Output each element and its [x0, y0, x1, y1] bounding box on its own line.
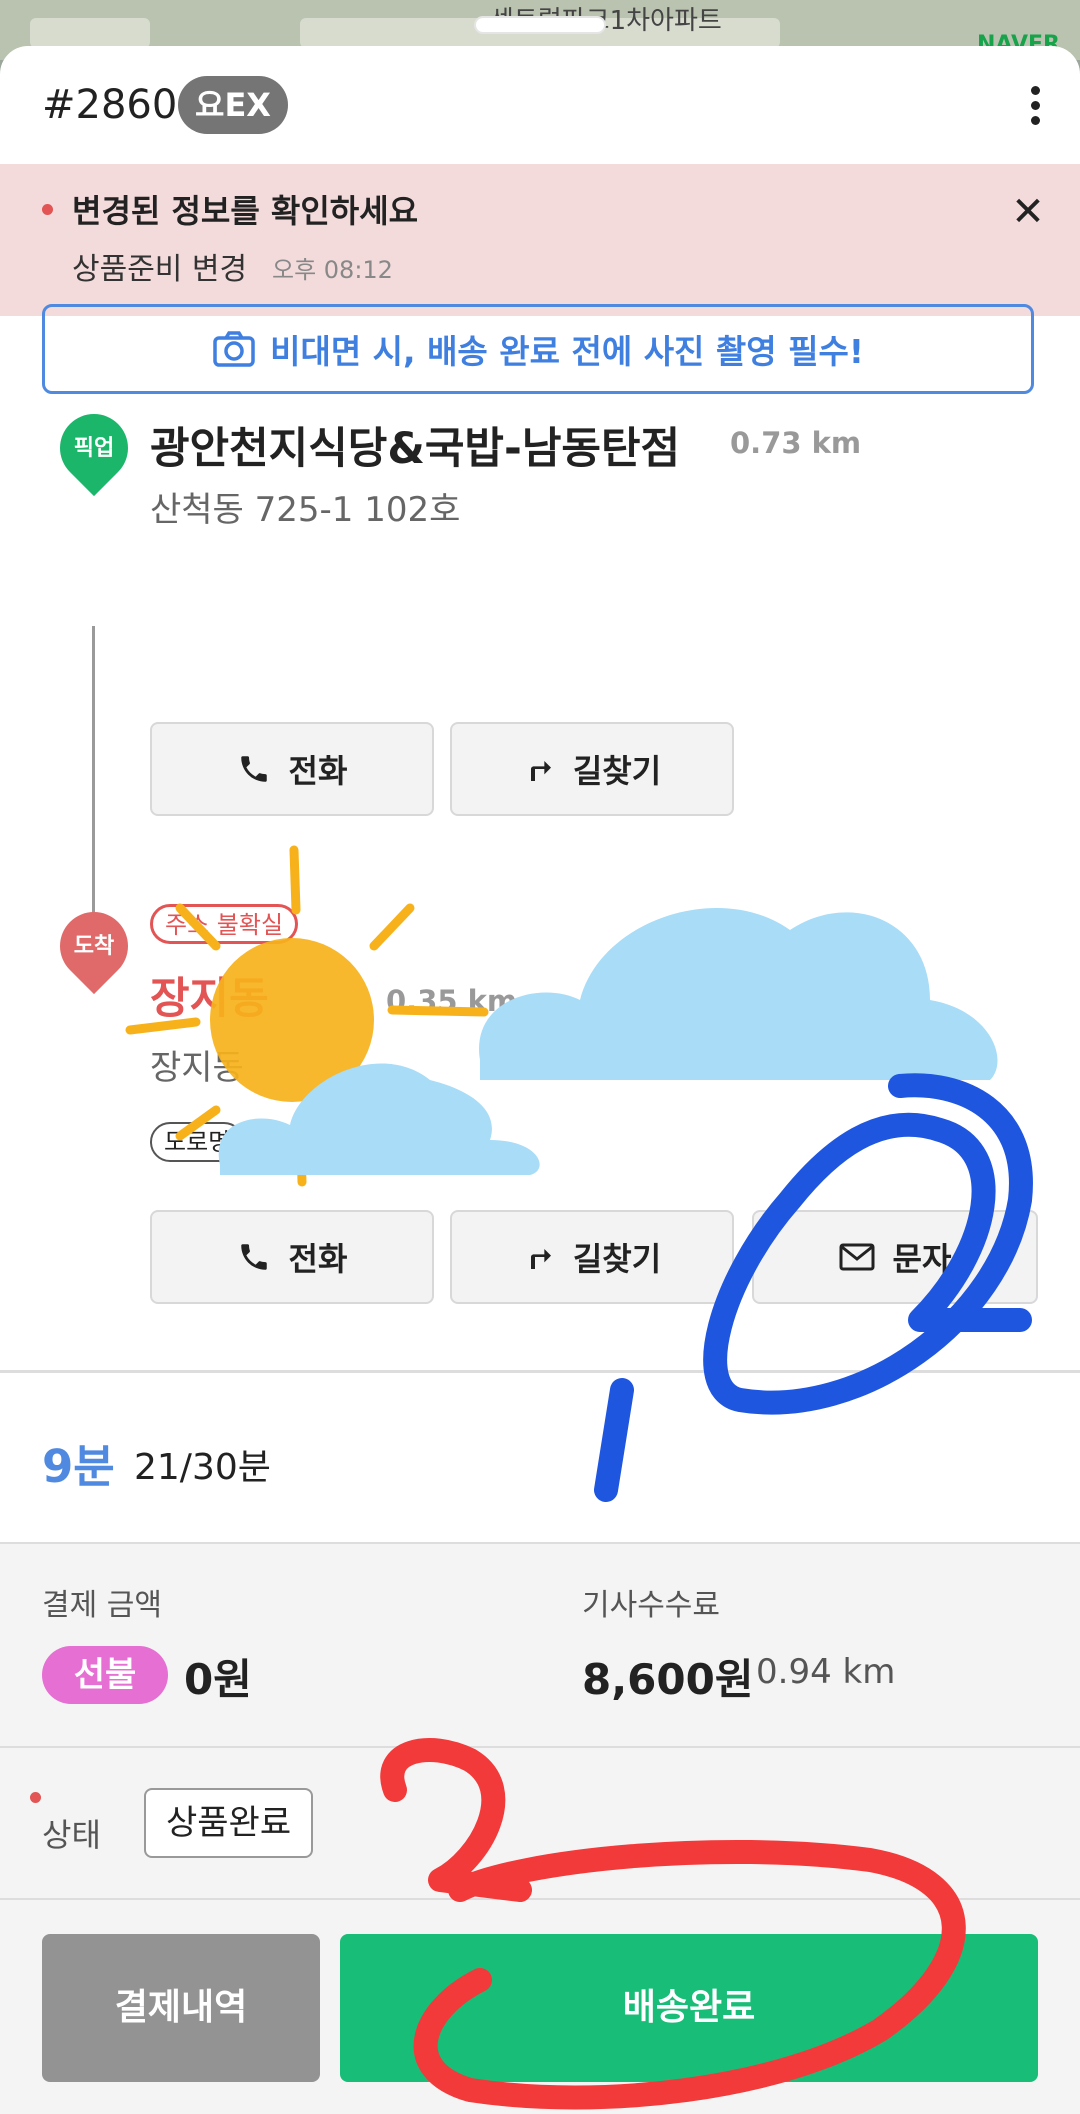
section-divider — [0, 1370, 1080, 1373]
delivery-complete-button[interactable]: 배송완료 — [340, 1934, 1038, 2082]
more-menu-icon[interactable] — [1020, 82, 1050, 132]
turn-right-icon — [530, 761, 551, 781]
pickup-address: 산척동 725-1 102호 — [150, 490, 461, 530]
payment-section: 결제 금액 기사수수료 선불 0원 8,600원 0.94 km — [0, 1544, 1080, 1746]
map-road — [30, 18, 150, 48]
change-notice: 변경된 정보를 확인하세요 상품준비 변경 오후 08:12 ✕ — [0, 164, 1080, 316]
order-detail-sheet: #2860 요EX 변경된 정보를 확인하세요 상품준비 변경 오후 08:12… — [0, 46, 1080, 2114]
pickup-route-button[interactable]: 길찾기 — [450, 722, 734, 816]
payment-amount-label: 결제 금액 — [42, 1588, 162, 1623]
dropoff-call-label: 전화 — [288, 1240, 348, 1278]
dropoff-pin-label: 도착 — [73, 934, 115, 959]
payment-method-badge: 선불 — [42, 1646, 168, 1704]
address-uncertain-tag: 주소 불확실 — [150, 904, 299, 944]
payment-amount: 0원 — [184, 1655, 252, 1704]
notice-change-text: 상품준비 변경 — [72, 252, 248, 287]
dropoff-route-label: 길찾기 — [572, 1240, 662, 1278]
phone-icon — [240, 1244, 267, 1270]
driver-fee-label: 기사수수료 — [582, 1588, 720, 1623]
service-badge: 요EX — [178, 76, 288, 134]
pickup-call-button[interactable]: 전화 — [150, 722, 434, 816]
photo-banner-text: 비대면 시, 배송 완료 전에 사진 촬영 필수! — [270, 332, 864, 371]
phone-icon — [240, 756, 267, 782]
photo-required-banner[interactable]: 비대면 시, 배송 완료 전에 사진 촬영 필수! — [42, 304, 1034, 394]
mail-icon — [839, 1243, 875, 1271]
notice-time: 오후 08:12 — [272, 256, 393, 284]
close-icon[interactable]: ✕ — [1004, 188, 1052, 236]
sheet-drag-handle[interactable] — [476, 18, 604, 32]
pickup-name: 광안천지식당&국밥-남동탄점 — [150, 424, 681, 474]
dropoff-name: 장지동 — [150, 974, 269, 1024]
dropoff-distance: 0.35 km — [386, 984, 518, 1018]
pickup-call-label: 전화 — [288, 752, 348, 790]
remaining-time: 9분 — [42, 1440, 115, 1493]
bottom-action-bar: 결제내역 배송완료 — [0, 1900, 1080, 2114]
order-header: #2860 요EX — [0, 46, 1080, 164]
pickup-distance: 0.73 km — [730, 426, 862, 460]
fee-distance: 0.94 km — [756, 1652, 896, 1692]
route-connector-line — [92, 626, 95, 946]
status-label: 상태 — [42, 1816, 101, 1854]
road-name-tag: 도로명 — [150, 1122, 245, 1162]
dropoff-sms-button[interactable]: 문자 — [752, 1210, 1038, 1304]
order-number: #2860 — [42, 82, 178, 128]
pickup-route-label: 길찾기 — [572, 752, 662, 790]
status-section: 상태 상품완료 — [0, 1748, 1080, 1898]
dropoff-sms-label: 문자 — [892, 1240, 952, 1278]
status-dot-icon — [30, 1792, 41, 1803]
pickup-pin-label: 픽업 — [73, 436, 115, 461]
status-value[interactable]: 상품완료 — [144, 1788, 314, 1858]
time-detail: 21/30분 — [134, 1447, 271, 1488]
turn-right-icon — [530, 1249, 551, 1269]
payment-history-button[interactable]: 결제내역 — [42, 1934, 320, 2082]
notice-dot-icon — [42, 204, 53, 215]
notice-title: 변경된 정보를 확인하세요 — [72, 192, 419, 230]
dropoff-address: 장지동 — [150, 1048, 244, 1088]
driver-fee: 8,600원 — [582, 1655, 754, 1704]
camera-icon — [213, 331, 255, 367]
dropoff-call-button[interactable]: 전화 — [150, 1210, 434, 1304]
dropoff-route-button[interactable]: 길찾기 — [450, 1210, 734, 1304]
